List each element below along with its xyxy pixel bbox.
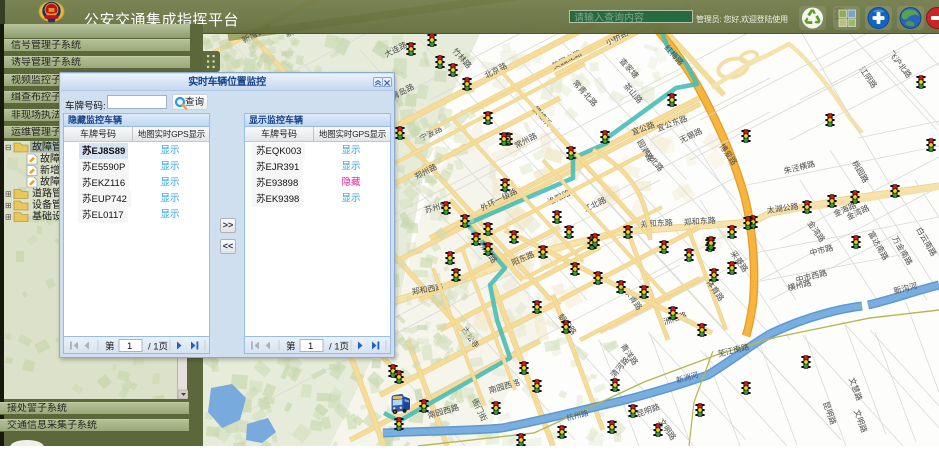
svg-text:⊞: ⊞ bbox=[5, 201, 12, 210]
svg-text:/ 1页: / 1页 bbox=[148, 342, 168, 353]
svg-text:1: 1 bbox=[308, 341, 313, 352]
svg-text:/ 1页: / 1页 bbox=[329, 342, 349, 353]
svg-text:第: 第 bbox=[105, 341, 115, 353]
svg-text:⊞: ⊞ bbox=[5, 190, 12, 199]
svg-text:⊟: ⊟ bbox=[5, 143, 12, 152]
svg-text:1: 1 bbox=[127, 341, 132, 352]
svg-text:⊞: ⊞ bbox=[5, 213, 12, 222]
svg-text:第: 第 bbox=[286, 341, 296, 353]
